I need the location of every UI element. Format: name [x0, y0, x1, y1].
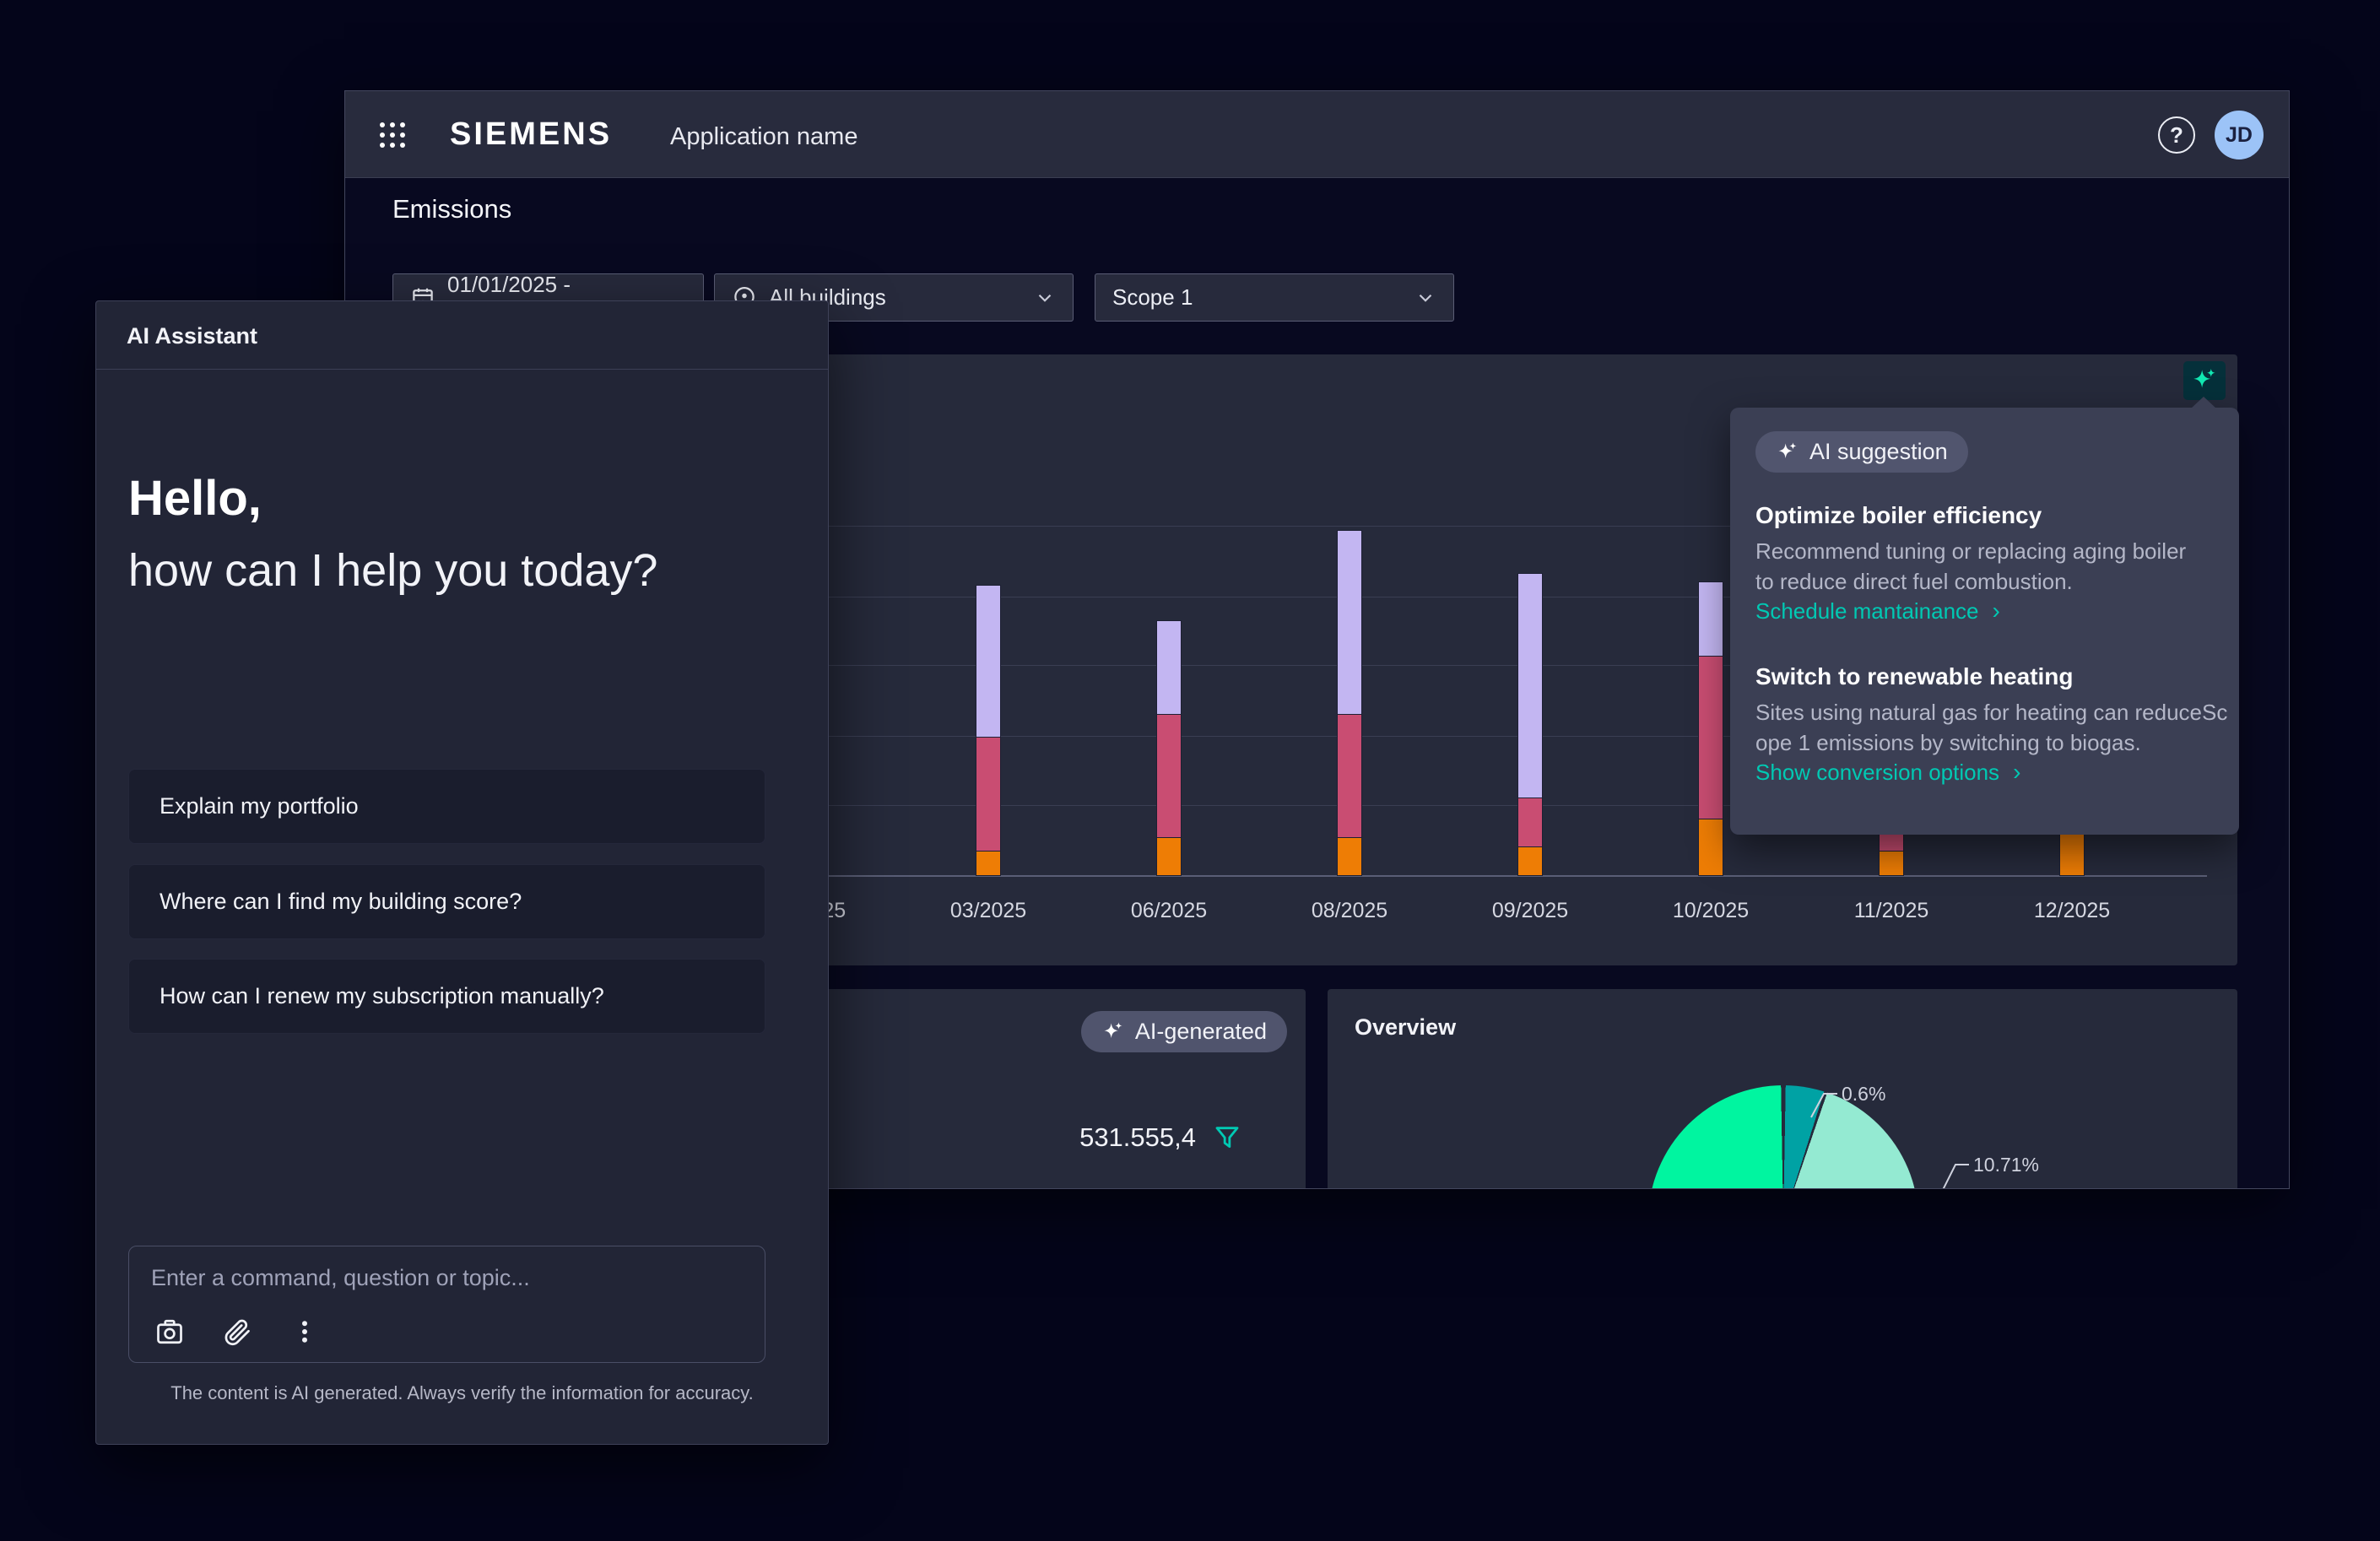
greeting-rest: how can I help you today?	[128, 544, 657, 597]
popup-pointer	[2191, 397, 2216, 408]
bar-segment-bottom-segment-orange[interactable]	[1338, 837, 1361, 875]
ai-suggestion-badge: AI suggestion	[1755, 431, 1968, 473]
chat-input-placeholder: Enter a command, question or topic...	[151, 1265, 530, 1291]
bar-segment-bottom-segment-orange[interactable]	[1157, 837, 1181, 875]
suggestion-body-1-line-2: to reduce direct fuel combustion.	[1755, 566, 2186, 597]
chat-input-box[interactable]: Enter a command, question or topic...	[128, 1246, 765, 1363]
bar-segment-top-segment-lavender[interactable]	[1338, 531, 1361, 714]
bar-segment-bottom-segment-orange[interactable]	[1518, 846, 1542, 875]
suggestion-body-1-line-1: Recommend tuning or replacing aging boil…	[1755, 536, 2186, 566]
x-tick-label: 06/2025	[1101, 899, 1236, 923]
bar-segment-top-segment-lavender[interactable]	[1157, 621, 1181, 714]
bar-segment-bottom-segment-orange[interactable]	[1699, 819, 1723, 875]
bar-segment-top-segment-lavender[interactable]	[1518, 574, 1542, 798]
bar-segment-middle-segment-rose[interactable]	[1699, 656, 1723, 819]
show-conversion-options-link[interactable]: Show conversion options ›	[1755, 759, 2020, 786]
x-tick-label: 09/2025	[1463, 899, 1598, 923]
schedule-maintenance-link-label: Schedule mantainance	[1755, 598, 1979, 625]
overview-card-title: Overview	[1355, 1014, 1456, 1041]
bar-segment-middle-segment-rose[interactable]	[976, 738, 1000, 851]
suggestion-body-2: Sites using natural gas for heating can …	[1755, 697, 2227, 758]
x-tick-label: 08/2025	[1282, 899, 1417, 923]
ai-disclaimer: The content is AI generated. Always veri…	[96, 1382, 828, 1404]
app-title: Application name	[670, 123, 857, 151]
sparkle-icon	[1776, 441, 1799, 464]
page-background: SIEMENS Application name ? JD Emissions …	[0, 0, 2380, 1541]
suggestion-body-2-line-2: ope 1 emissions by switching to biogas.	[1755, 727, 2227, 758]
x-tick-label: 11/2025	[1824, 899, 1959, 923]
attachment-icon[interactable]	[222, 1317, 252, 1347]
scope-value: Scope 1	[1112, 284, 1193, 311]
bar-segment-bottom-segment-orange[interactable]	[1880, 851, 1903, 875]
page-title: Emissions	[392, 194, 511, 224]
show-conversion-options-link-label: Show conversion options	[1755, 760, 1999, 786]
suggestion-button-portfolio[interactable]: Explain my portfolio	[128, 769, 765, 844]
suggestion-title-1: Optimize boiler efficiency	[1755, 502, 2042, 529]
bar-segment-bottom-segment-orange[interactable]	[976, 851, 1000, 875]
bar-segment-top-segment-lavender[interactable]	[976, 586, 1000, 737]
app-header: SIEMENS Application name ? JD	[345, 91, 2289, 178]
x-tick-label: 12/2025	[2004, 899, 2139, 923]
ai-generated-badge-label: AI-generated	[1135, 1019, 1267, 1045]
ai-assistant-panel: AI Assistant Hello, how can I help you t…	[95, 300, 829, 1445]
ai-generated-badge: AI-generated	[1081, 1011, 1287, 1052]
x-tick-label: 03/2025	[921, 899, 1056, 923]
camera-icon[interactable]	[154, 1317, 185, 1347]
chevron-down-icon	[1414, 287, 1436, 309]
bar-segment-top-segment-lavender[interactable]	[1699, 582, 1723, 656]
help-icon[interactable]: ?	[2158, 116, 2195, 154]
bar-segment-middle-segment-rose[interactable]	[1157, 714, 1181, 837]
suggestion-body-2-line-1: Sites using natural gas for heating can …	[1755, 697, 2227, 727]
scope-dropdown[interactable]: Scope 1	[1095, 273, 1454, 322]
app-launcher-icon[interactable]	[376, 119, 408, 151]
pie-label-teal: 0.6%	[1842, 1083, 1885, 1106]
ai-assistant-title: AI Assistant	[127, 323, 257, 349]
schedule-maintenance-link[interactable]: Schedule mantainance ›	[1755, 597, 2000, 625]
chevron-right-icon: ›	[2013, 759, 2020, 786]
siemens-logo: SIEMENS	[450, 116, 612, 153]
suggestion-body-1: Recommend tuning or replacing aging boil…	[1755, 536, 2186, 597]
pie-label-mint: 10.71%	[1973, 1154, 2039, 1176]
ai-suggestion-popup: AI suggestion Optimize boiler efficiency…	[1730, 408, 2239, 835]
ai-assistant-header: AI Assistant	[96, 301, 828, 370]
overview-card: Overview 0.6% 10.71%	[1328, 989, 2237, 1189]
suggestion-button-renew-subscription[interactable]: How can I renew my subscription manually…	[128, 959, 765, 1034]
x-tick-label: 10/2025	[1643, 899, 1778, 923]
chevron-right-icon: ›	[1993, 597, 2000, 625]
bar-segment-middle-segment-rose[interactable]	[1518, 798, 1542, 846]
chevron-down-icon	[1034, 287, 1056, 309]
bar-segment-middle-segment-rose[interactable]	[1338, 714, 1361, 837]
sparkle-icon	[1101, 1020, 1125, 1044]
avatar[interactable]: JD	[2215, 111, 2264, 160]
filter-funnel-icon[interactable]	[1213, 1123, 1241, 1152]
kebab-menu-icon[interactable]	[289, 1317, 320, 1347]
grid-dots-icon	[376, 119, 408, 151]
greeting-bold: Hello,	[128, 470, 262, 527]
suggestion-button-building-score[interactable]: Where can I find my building score?	[128, 864, 765, 939]
suggestion-title-2: Switch to renewable heating	[1755, 663, 2074, 690]
ai-suggestion-badge-label: AI suggestion	[1809, 439, 1948, 465]
kpi-value: 531.555,4	[1079, 1122, 1196, 1153]
